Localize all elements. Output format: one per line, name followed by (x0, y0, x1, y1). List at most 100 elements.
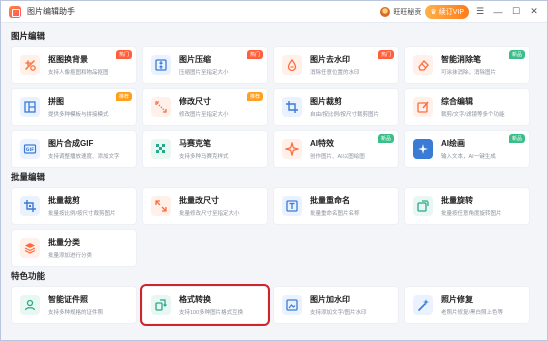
gif-icon: GIF (20, 139, 40, 159)
tool-name: 批量旋转 (441, 196, 473, 205)
resize-icon (151, 97, 171, 117)
user-account[interactable]: 旺旺秘贡 (380, 6, 421, 17)
tool-text: 图片去水印 消除任意位置的水印 (310, 54, 360, 76)
main-content: 图片编辑 抠图换背景 支持人像抠图和物品抠图 热门 图片压缩 压缩图片至指定大小 热门 图片去… (1, 23, 547, 326)
tool-text: 批量重命名批量重命名图片名称 (310, 195, 360, 217)
tool-card[interactable]: 修改尺寸修改图片至指定大小 推荐 (142, 88, 268, 126)
tool-badge: 新品 (508, 50, 525, 59)
minimize-icon[interactable]: — (491, 5, 505, 19)
close-icon[interactable]: ✕ (527, 5, 541, 19)
tool-name: 智能消除笔 (441, 55, 481, 64)
section-title: 特色功能 (11, 271, 46, 281)
edit-icon (413, 97, 433, 117)
collage-icon (20, 97, 40, 117)
tool-badge: 热门 (377, 50, 394, 59)
tool-name: 批量裁剪 (48, 196, 80, 205)
title-bar: 图片编辑助手 旺旺秘贡 ♛ 续订VIP ☰ — ☐ ✕ (1, 1, 547, 23)
tool-text: 拼图 提供多种模板与拼接模式 (48, 96, 109, 118)
tool-card[interactable]: 照片修复 老照片修复/黑白照上色等 (404, 286, 530, 324)
tool-description: 支持人像抠图和物品抠图 (48, 70, 109, 76)
vip-renew-button[interactable]: ♛ 续订VIP (425, 4, 469, 19)
ai-effect-icon (282, 139, 302, 159)
avatar (380, 6, 391, 17)
tool-text: 批量裁剪 批量按比例/按尺寸裁剪图片 (48, 195, 116, 217)
tool-description: 压缩图片至指定大小 (179, 70, 229, 76)
tool-description: 提供多种模板与拼接模式 (48, 112, 109, 118)
tool-name: 图片加水印 (310, 295, 350, 304)
tool-name: 照片修复 (441, 295, 473, 304)
tool-name: 抠图换背景 (48, 55, 88, 64)
tool-text: AI绘画 输入文本，AI一键生成 (441, 138, 496, 160)
tool-card[interactable]: AI绘画 输入文本，AI一键生成 新品 (404, 130, 530, 168)
tool-name: 批量分类 (48, 238, 80, 247)
title-bar-controls: 旺旺秘贡 ♛ 续订VIP ☰ — ☐ ✕ (380, 4, 541, 19)
tool-text: 综合编辑裁剪/文字/滤镜等多个功能 (441, 96, 505, 118)
tool-text: 图片裁剪自由/按比例/按尺寸裁剪图片 (310, 96, 379, 118)
tool-name: 综合编辑 (441, 97, 473, 106)
tool-grid: 批量裁剪 批量按比例/按尺寸裁剪图片 批量改尺寸 批量修改尺寸至指定大小 批量重命名 批量… (11, 187, 539, 267)
tool-description: 批量重命名图片名称 (310, 211, 360, 217)
tool-badge: 新品 (508, 134, 525, 143)
tool-grid: 智能证件照 支持多种规格的证件照 格式转换 支持100多种图片格式互换 图片加水印 支持添… (11, 284, 539, 326)
tool-text: 修改尺寸修改图片至指定大小 (179, 96, 229, 118)
tool-description: 修改图片至指定大小 (179, 112, 229, 118)
app-logo-icon (9, 5, 21, 18)
tool-card[interactable]: 格式转换 支持100多种图片格式互换 (140, 284, 270, 326)
tool-description: 自由/按比例/按尺寸裁剪图片 (310, 112, 380, 118)
vip-label: 续订VIP (438, 8, 464, 16)
crop-icon (282, 97, 302, 117)
tool-text: 批量分类 批量添加进行分类 (48, 237, 92, 259)
tool-card[interactable]: 马赛克笔 支持多种马赛克样式 (142, 130, 268, 168)
tool-card[interactable]: 综合编辑裁剪/文字/滤镜等多个功能 (404, 88, 530, 126)
tool-description: 创作图片、AI以图绘图 (310, 154, 365, 160)
tool-name: 批量重命名 (310, 196, 350, 205)
tool-name: 图片裁剪 (310, 97, 342, 106)
tool-card[interactable]: 图片去水印 消除任意位置的水印 热门 (273, 46, 399, 84)
tool-description: 支持多种规格的证件照 (48, 310, 104, 316)
id-photo-icon (20, 295, 40, 315)
tool-name: 修改尺寸 (179, 97, 211, 106)
tool-text: AI特效创作图片、AI以图绘图 (310, 138, 365, 160)
svg-text:GIF: GIF (26, 147, 34, 153)
tool-text: 图片加水印支持添加文字/图片水印 (310, 294, 367, 316)
app-title: 图片编辑助手 (27, 7, 75, 16)
tool-text: 图片合成GIF 支持调整播放速度、添加文字 (48, 138, 120, 160)
tool-card[interactable]: 智能消除笔可涂抹消除，消除图片 新品 (404, 46, 530, 84)
tool-card[interactable]: GIF 图片合成GIF 支持调整播放速度、添加文字 (11, 130, 137, 168)
batch-resize-icon (151, 196, 171, 216)
crown-icon: ♛ (430, 8, 437, 16)
tool-name: AI绘画 (441, 139, 465, 148)
tool-description: 可涂抹消除，消除图片 (441, 70, 497, 76)
maximize-icon[interactable]: ☐ (509, 5, 523, 19)
tool-card[interactable]: AI特效创作图片、AI以图绘图 新品 (273, 130, 399, 168)
eraser-icon (413, 55, 433, 75)
tool-description: 裁剪/文字/滤镜等多个功能 (441, 112, 505, 118)
tool-card[interactable]: 批量改尺寸 批量修改尺寸至指定大小 (142, 187, 268, 225)
tool-badge: 推荐 (115, 92, 132, 101)
watermark-remove-icon (282, 55, 302, 75)
tool-card[interactable]: 批量重命名批量重命名图片名称 (273, 187, 399, 225)
tool-badge: 推荐 (246, 92, 263, 101)
tool-text: 批量改尺寸 批量修改尺寸至指定大小 (179, 195, 240, 217)
tool-card[interactable]: 批量分类 批量添加进行分类 (11, 229, 137, 267)
tool-card[interactable]: 智能证件照支持多种规格的证件照 (11, 286, 137, 324)
tool-name: 图片去水印 (310, 55, 350, 64)
tool-card[interactable]: 图片压缩 压缩图片至指定大小 热门 (142, 46, 268, 84)
ai-paint-icon (413, 139, 433, 159)
tool-card[interactable]: 批量裁剪 批量按比例/按尺寸裁剪图片 (11, 187, 137, 225)
tool-card[interactable]: 拼图 提供多种模板与拼接模式 推荐 (11, 88, 137, 126)
tool-card[interactable]: 抠图换背景 支持人像抠图和物品抠图 热门 (11, 46, 137, 84)
menu-icon[interactable]: ☰ (473, 5, 487, 19)
tool-badge: 新品 (377, 134, 394, 143)
rotate-icon (413, 196, 433, 216)
tool-name: 格式转换 (179, 295, 211, 304)
tool-description: 支持调整播放速度、添加文字 (48, 154, 120, 160)
tool-card[interactable]: 批量旋转 批量按任意角度旋转图片 (404, 187, 530, 225)
compress-icon (151, 55, 171, 75)
tool-description: 支持添加文字/图片水印 (310, 310, 367, 316)
tool-text: 抠图换背景支持人像抠图和物品抠图 (48, 54, 109, 76)
tool-card[interactable]: 图片裁剪自由/按比例/按尺寸裁剪图片 (273, 88, 399, 126)
tool-card[interactable]: 图片加水印支持添加文字/图片水印 (273, 286, 399, 324)
tool-name: 智能证件照 (48, 295, 88, 304)
tool-name: AI特效 (310, 139, 334, 148)
